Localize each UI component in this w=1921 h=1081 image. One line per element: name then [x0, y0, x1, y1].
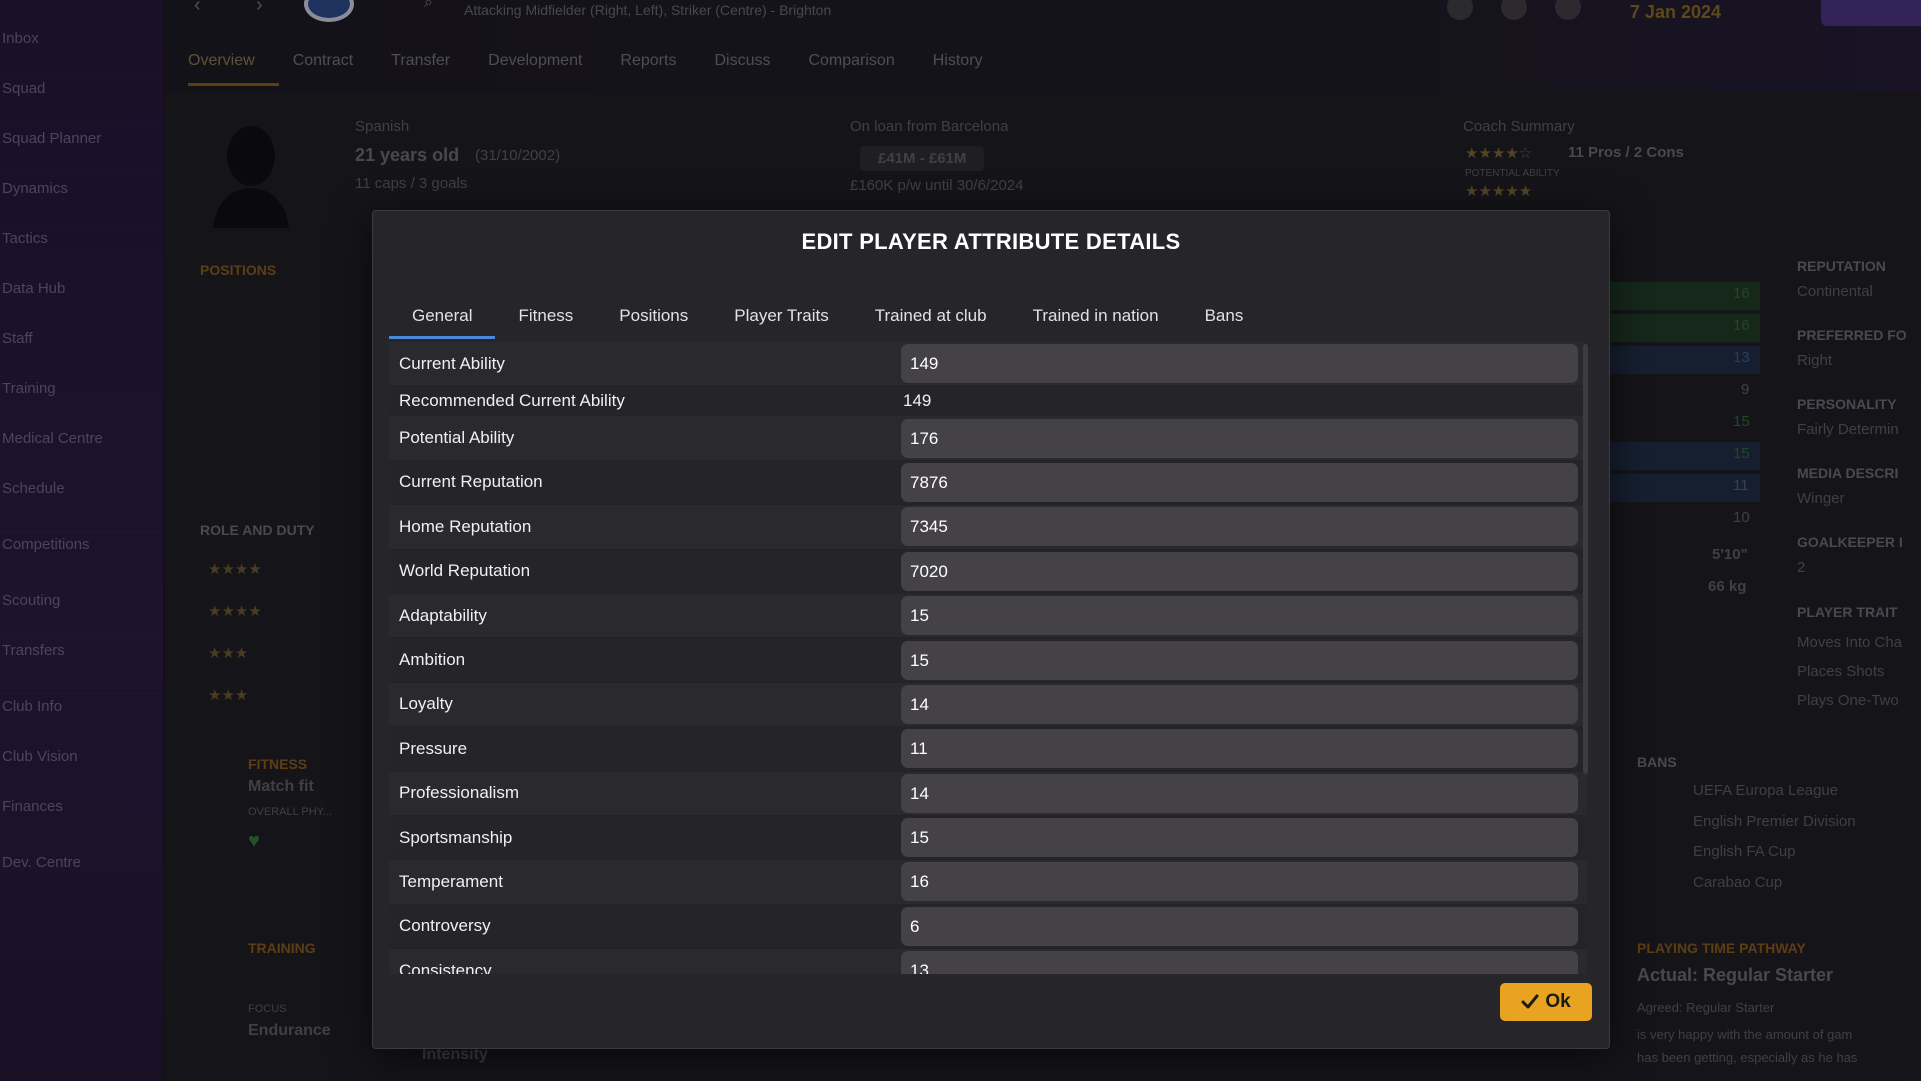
controversy-input[interactable]: 6 [901, 906, 1578, 946]
ok-button[interactable]: Ok [1500, 983, 1592, 1021]
attribute-row: Home Reputation 7345 [389, 505, 1587, 550]
attribute-row: Consistency 13 [389, 949, 1587, 974]
tab-general[interactable]: General [389, 297, 496, 339]
loyalty-input[interactable]: 14 [901, 684, 1578, 724]
attribute-label: Loyalty [399, 694, 453, 714]
tab-trained-at-club[interactable]: Trained at club [852, 297, 1010, 339]
edit-attributes-dialog: EDIT PLAYER ATTRIBUTE DETAILS General Fi… [372, 210, 1610, 1049]
attribute-label: Recommended Current Ability [399, 390, 625, 410]
recommended-ability-value: 149 [903, 390, 932, 410]
attribute-label: Potential Ability [399, 428, 515, 448]
tab-player-traits[interactable]: Player Traits [711, 297, 851, 339]
attribute-row: Recommended Current Ability 149 [389, 386, 1587, 417]
attribute-label: Sportsmanship [399, 827, 513, 847]
attribute-label: Home Reputation [399, 516, 532, 536]
professionalism-input[interactable]: 14 [901, 773, 1578, 813]
attribute-label: Consistency [399, 960, 492, 974]
tab-positions[interactable]: Positions [596, 297, 711, 339]
attribute-row: Temperament 16 [389, 860, 1587, 905]
attribute-row: Ambition 15 [389, 638, 1587, 683]
attribute-row: Controversy 6 [389, 904, 1587, 950]
attribute-label: World Reputation [399, 561, 531, 581]
attribute-row: Current Reputation 7876 [389, 460, 1587, 506]
tab-trained-in-nation[interactable]: Trained in nation [1010, 297, 1182, 339]
consistency-input[interactable]: 13 [901, 951, 1578, 974]
attribute-label: Controversy [399, 916, 491, 936]
home-reputation-input[interactable]: 7345 [901, 507, 1578, 547]
dialog-tabs: General Fitness Positions Player Traits … [389, 297, 1266, 339]
current-ability-input[interactable]: 149 [901, 344, 1578, 384]
attribute-label: Current Reputation [399, 472, 543, 492]
attribute-list[interactable]: Current Ability 149 Recommended Current … [389, 342, 1587, 974]
ambition-input[interactable]: 15 [901, 640, 1578, 680]
potential-ability-input[interactable]: 176 [901, 418, 1578, 458]
tab-fitness[interactable]: Fitness [495, 297, 596, 339]
sportsmanship-input[interactable]: 15 [901, 818, 1578, 858]
attribute-row: Pressure 11 [389, 727, 1587, 772]
attribute-label: Adaptability [399, 605, 487, 625]
temperament-input[interactable]: 16 [901, 862, 1578, 902]
attribute-label: Pressure [399, 738, 468, 758]
attribute-label: Professionalism [399, 783, 519, 803]
dialog-title: EDIT PLAYER ATTRIBUTE DETAILS [801, 229, 1181, 254]
world-reputation-input[interactable]: 7020 [901, 551, 1578, 591]
adaptability-input[interactable]: 15 [901, 596, 1578, 636]
attribute-label: Temperament [399, 871, 503, 891]
pressure-input[interactable]: 11 [901, 729, 1578, 769]
attribute-list-scrollbar[interactable] [1583, 344, 1588, 774]
attribute-label: Current Ability [399, 353, 505, 373]
tab-bans[interactable]: Bans [1182, 297, 1267, 339]
attribute-row: World Reputation 7020 [389, 549, 1587, 594]
ok-button-label: Ok [1545, 991, 1571, 1012]
attribute-label: Ambition [399, 650, 466, 670]
checkmark-icon [1521, 994, 1539, 1009]
attribute-row: Loyalty 14 [389, 682, 1587, 728]
attribute-row: Adaptability 15 [389, 593, 1587, 639]
attribute-row: Potential Ability 176 [389, 416, 1587, 461]
current-reputation-input[interactable]: 7876 [901, 462, 1578, 502]
attribute-row: Sportsmanship 15 [389, 815, 1587, 861]
attribute-row: Professionalism 14 [389, 771, 1587, 816]
attribute-row: Current Ability 149 [389, 342, 1587, 387]
